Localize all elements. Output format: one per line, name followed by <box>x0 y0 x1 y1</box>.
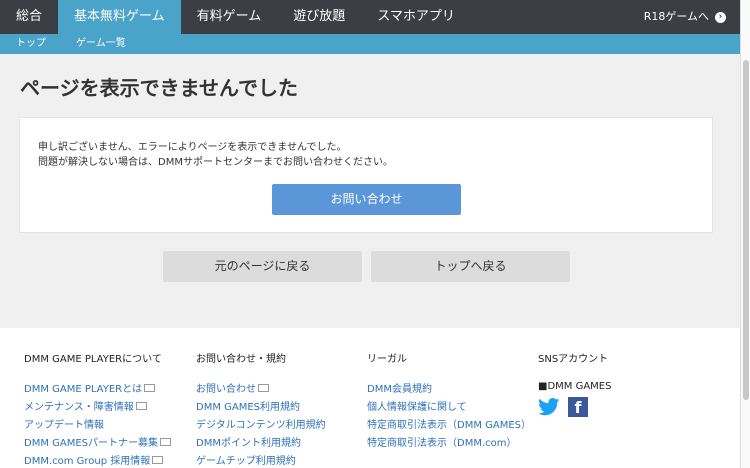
footer-link-privacy[interactable]: 個人情報保護に関して <box>367 399 531 417</box>
sns-account-label: ■DMM GAMES <box>538 381 612 392</box>
footer-col-about: DMM GAME PLAYERについて DMM GAME PLAYERとは メン… <box>24 350 172 468</box>
footer-heading-contact: お問い合わせ・規約 <box>196 354 286 365</box>
sub-navigation: トップ ゲーム一覧 <box>0 34 740 54</box>
footer-link-update-info[interactable]: アップデート情報 <box>24 417 171 435</box>
subnav-game-list[interactable]: ゲーム一覧 <box>60 34 140 54</box>
external-window-icon <box>135 402 147 410</box>
page-title: ページを表示できませんでした <box>20 76 298 100</box>
footer-link-recruitment[interactable]: DMM.com Group 採用情報 <box>24 453 171 468</box>
sns-icons: f <box>538 397 611 417</box>
footer-link-digital-content-terms[interactable]: デジタルコンテンツ利用規約 <box>196 417 326 435</box>
footer-link-contact[interactable]: お問い合わせ <box>196 381 326 399</box>
footer-heading-sns: SNSアカウント <box>538 354 609 365</box>
footer-link-game-chip-terms[interactable]: ゲームチップ利用規約 <box>196 453 326 468</box>
footer-link-games-terms[interactable]: DMM GAMES利用規約 <box>196 399 326 417</box>
r18-games-link[interactable]: R18ゲームへ › <box>644 0 726 34</box>
footer-link-player-about[interactable]: DMM GAME PLAYERとは <box>24 381 171 399</box>
footer-col-legal: リーガル DMM会員規約 個人情報保護に関して 特定商取引法表示（DMM GAM… <box>367 350 531 453</box>
scrollbar-thumb[interactable] <box>743 60 749 400</box>
back-to-previous-page-button[interactable]: 元のページに戻る <box>163 251 362 282</box>
footer-link-commerce-games[interactable]: 特定商取引法表示（DMM GAMES） <box>367 417 531 435</box>
twitter-icon[interactable] <box>538 398 560 416</box>
contact-button[interactable]: お問い合わせ <box>272 184 461 215</box>
external-window-icon <box>152 456 164 464</box>
error-message-line2: 問題が解決しない場合は、DMMサポートセンターまでお問い合わせください。 <box>38 157 393 168</box>
tab-unlimited[interactable]: 遊び放題 <box>277 0 361 34</box>
tab-paid-games[interactable]: 有料ゲーム <box>181 0 278 34</box>
external-window-icon <box>144 384 156 392</box>
facebook-icon[interactable]: f <box>568 397 588 417</box>
footer-link-member-terms[interactable]: DMM会員規約 <box>367 381 531 399</box>
error-message-box: 申し訳ございません、エラーによりページを表示できませんでした。 問題が解決しない… <box>19 117 713 233</box>
chevron-right-icon: › <box>715 11 726 23</box>
footer-link-partner-recruit[interactable]: DMM GAMESパートナー募集 <box>24 435 172 453</box>
footer-col-contact: お問い合わせ・規約 お問い合わせ DMM GAMES利用規約 デジタルコンテンツ… <box>196 350 326 468</box>
tab-general[interactable]: 総合 <box>0 0 58 34</box>
tab-smartphone-apps[interactable]: スマホアプリ <box>361 0 471 34</box>
footer-heading-about: DMM GAME PLAYERについて <box>24 354 162 365</box>
top-navigation: 総合 基本無料ゲーム 有料ゲーム 遊び放題 スマホアプリ R18ゲームへ › <box>0 0 740 34</box>
footer-link-commerce-dmm[interactable]: 特定商取引法表示（DMM.com） <box>367 435 531 453</box>
error-message-line1: 申し訳ございません、エラーによりページを表示できませんでした。 <box>38 142 347 153</box>
back-to-top-button[interactable]: トップへ戻る <box>371 251 570 282</box>
footer-link-point-terms[interactable]: DMMポイント利用規約 <box>196 435 326 453</box>
footer-heading-legal: リーガル <box>367 354 407 365</box>
footer-link-maintenance[interactable]: メンテナンス・障害情報 <box>24 399 171 417</box>
r18-label: R18ゲームへ <box>643 10 709 23</box>
footer-col-sns: SNSアカウント ■DMM GAMES f <box>538 350 611 417</box>
external-window-icon <box>160 438 172 446</box>
footer: DMM GAME PLAYERについて DMM GAME PLAYERとは メン… <box>0 328 740 468</box>
subnav-top[interactable]: トップ <box>0 34 60 54</box>
tab-free-games[interactable]: 基本無料ゲーム <box>58 0 181 34</box>
external-window-icon <box>258 384 269 392</box>
vertical-scrollbar[interactable] <box>740 0 750 468</box>
